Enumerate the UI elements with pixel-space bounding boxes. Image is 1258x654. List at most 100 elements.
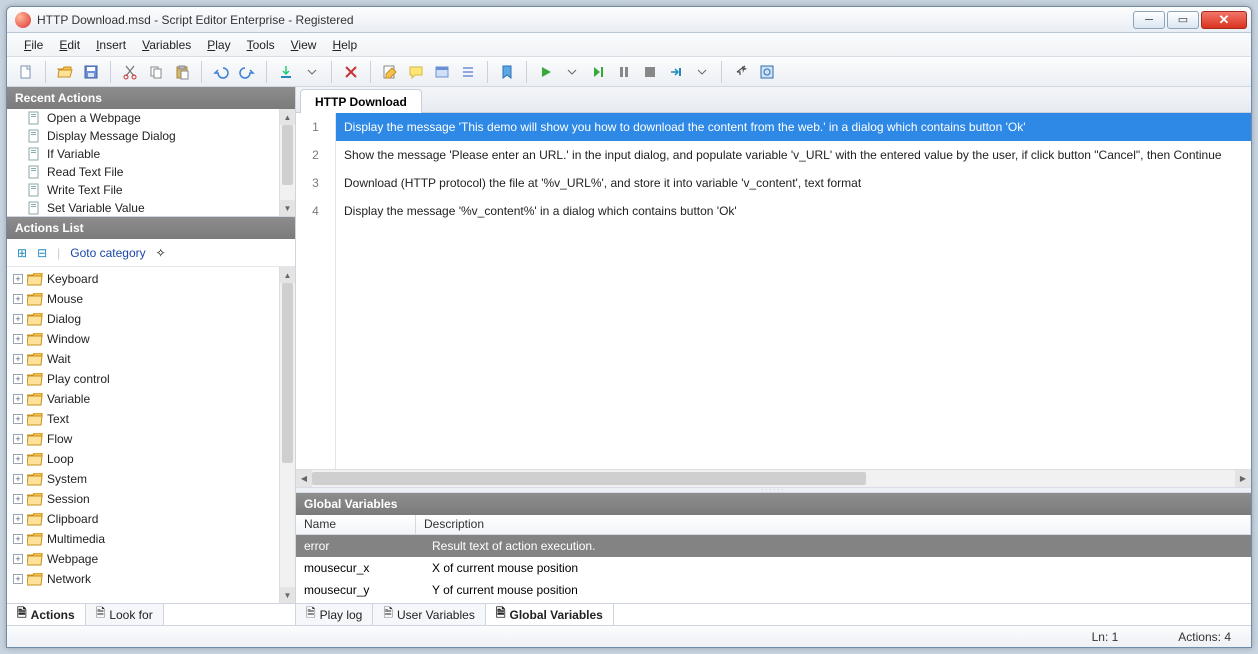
tree-node[interactable]: +Window xyxy=(7,329,279,349)
script-line[interactable]: Display the message '%v_content%' in a d… xyxy=(336,197,1251,225)
save-icon[interactable] xyxy=(80,61,102,83)
script-lines[interactable]: Display the message 'This demo will show… xyxy=(336,113,1251,469)
play-icon[interactable] xyxy=(535,61,557,83)
menu-tools[interactable]: Tools xyxy=(240,35,282,55)
tree-node[interactable]: +Play control xyxy=(7,369,279,389)
tree-node[interactable]: +System xyxy=(7,469,279,489)
tree-node[interactable]: +Session xyxy=(7,489,279,509)
tab-uservars[interactable]: 🗎User Variables xyxy=(373,604,485,625)
paste-icon[interactable] xyxy=(171,61,193,83)
list-icon[interactable] xyxy=(457,61,479,83)
close-button[interactable]: ✕ xyxy=(1201,11,1247,29)
editor-hscrollbar[interactable]: ◀▶ xyxy=(296,469,1251,487)
expand-icon[interactable]: + xyxy=(13,494,23,504)
recent-item[interactable]: Read Text File xyxy=(7,163,279,181)
undo-icon[interactable] xyxy=(210,61,232,83)
tree-scrollbar[interactable]: ▲ ▼ xyxy=(279,267,295,603)
stop-icon[interactable] xyxy=(639,61,661,83)
tree-node[interactable]: +Keyboard xyxy=(7,269,279,289)
tree-node[interactable]: +Clipboard xyxy=(7,509,279,529)
open-icon[interactable] xyxy=(54,61,76,83)
tree-node[interactable]: +Network xyxy=(7,569,279,589)
form-icon[interactable] xyxy=(431,61,453,83)
gv-row[interactable]: mousecur_xX of current mouse position xyxy=(296,557,1251,579)
expand-icon[interactable]: + xyxy=(13,294,23,304)
expand-icon[interactable]: + xyxy=(13,434,23,444)
recent-scrollbar[interactable]: ▲ ▼ xyxy=(279,109,295,216)
tree-node[interactable]: +Wait xyxy=(7,349,279,369)
tree-node[interactable]: +Text xyxy=(7,409,279,429)
expand-icon[interactable]: + xyxy=(13,354,23,364)
tab-globalvars[interactable]: 🗎Global Variables xyxy=(486,604,614,625)
col-description[interactable]: Description xyxy=(416,515,1251,534)
recent-item[interactable]: Display Message Dialog xyxy=(7,127,279,145)
expand-icon[interactable]: + xyxy=(13,334,23,344)
expand-icon[interactable]: + xyxy=(13,414,23,424)
expand-icon[interactable]: + xyxy=(13,274,23,284)
menu-play[interactable]: Play xyxy=(200,35,237,55)
recent-item[interactable]: Set Variable Value xyxy=(7,199,279,216)
menu-edit[interactable]: Edit xyxy=(52,35,87,55)
script-line[interactable]: Display the message 'This demo will show… xyxy=(336,113,1251,141)
script-editor[interactable]: 1234 Display the message 'This demo will… xyxy=(296,113,1251,469)
expand-all-icon[interactable]: ⊞ xyxy=(17,246,27,260)
gv-row[interactable]: errorResult text of action execution. xyxy=(296,535,1251,557)
tab-playlog[interactable]: 🗎Play log xyxy=(296,604,373,625)
recent-item[interactable]: Open a Webpage xyxy=(7,109,279,127)
titlebar[interactable]: HTTP Download.msd - Script Editor Enterp… xyxy=(7,7,1251,33)
expand-icon[interactable]: + xyxy=(13,314,23,324)
expand-icon[interactable]: + xyxy=(13,394,23,404)
download-icon[interactable] xyxy=(275,61,297,83)
redo-icon[interactable] xyxy=(236,61,258,83)
step-into-icon[interactable] xyxy=(665,61,687,83)
comment-icon[interactable] xyxy=(405,61,427,83)
expand-icon[interactable]: + xyxy=(13,554,23,564)
new-icon[interactable] xyxy=(15,61,37,83)
bookmark-icon[interactable] xyxy=(496,61,518,83)
menu-insert[interactable]: Insert xyxy=(89,35,133,55)
menu-view[interactable]: View xyxy=(284,35,324,55)
pause-icon[interactable] xyxy=(613,61,635,83)
col-name[interactable]: Name xyxy=(296,515,416,534)
dropdown-icon[interactable] xyxy=(301,61,323,83)
expand-icon[interactable]: + xyxy=(13,514,23,524)
target-icon[interactable] xyxy=(756,61,778,83)
recent-item[interactable]: Write Text File xyxy=(7,181,279,199)
expand-icon[interactable]: + xyxy=(13,534,23,544)
tree-node[interactable]: +Loop xyxy=(7,449,279,469)
expand-icon[interactable]: + xyxy=(13,374,23,384)
tree-node[interactable]: +Variable xyxy=(7,389,279,409)
copy-icon[interactable] xyxy=(145,61,167,83)
delete-icon[interactable] xyxy=(340,61,362,83)
goto-category-link[interactable]: Goto category xyxy=(70,246,145,260)
tab-actions[interactable]: 🗎Actions xyxy=(7,604,86,625)
goto-category-icon[interactable]: ✧ xyxy=(156,246,166,260)
tree-node[interactable]: +Webpage xyxy=(7,549,279,569)
maximize-button[interactable]: ▭ xyxy=(1167,11,1199,29)
tree-node[interactable]: +Dialog xyxy=(7,309,279,329)
editor-tab[interactable]: HTTP Download xyxy=(300,89,422,113)
tab-lookfor[interactable]: 🗎Look for xyxy=(86,604,164,625)
menu-help[interactable]: Help xyxy=(325,35,364,55)
menu-variables[interactable]: Variables xyxy=(135,35,198,55)
edit-icon[interactable] xyxy=(379,61,401,83)
tree-node[interactable]: +Multimedia xyxy=(7,529,279,549)
play-dropdown-icon[interactable] xyxy=(561,61,583,83)
pointer-icon[interactable] xyxy=(730,61,752,83)
recent-item[interactable]: If Variable xyxy=(7,145,279,163)
step-dropdown-icon[interactable] xyxy=(691,61,713,83)
minimize-button[interactable]: ─ xyxy=(1133,11,1165,29)
menu-file[interactable]: File xyxy=(17,35,50,55)
collapse-all-icon[interactable]: ⊟ xyxy=(37,246,47,260)
gv-row[interactable]: mousecur_yY of current mouse position xyxy=(296,579,1251,601)
cut-icon[interactable] xyxy=(119,61,141,83)
expand-icon[interactable]: + xyxy=(13,574,23,584)
expand-icon[interactable]: + xyxy=(13,454,23,464)
tree-node[interactable]: +Flow xyxy=(7,429,279,449)
play-step-icon[interactable] xyxy=(587,61,609,83)
doc-icon: 🗎 xyxy=(306,604,316,625)
script-line[interactable]: Show the message 'Please enter an URL.' … xyxy=(336,141,1251,169)
tree-node[interactable]: +Mouse xyxy=(7,289,279,309)
expand-icon[interactable]: + xyxy=(13,474,23,484)
script-line[interactable]: Download (HTTP protocol) the file at '%v… xyxy=(336,169,1251,197)
